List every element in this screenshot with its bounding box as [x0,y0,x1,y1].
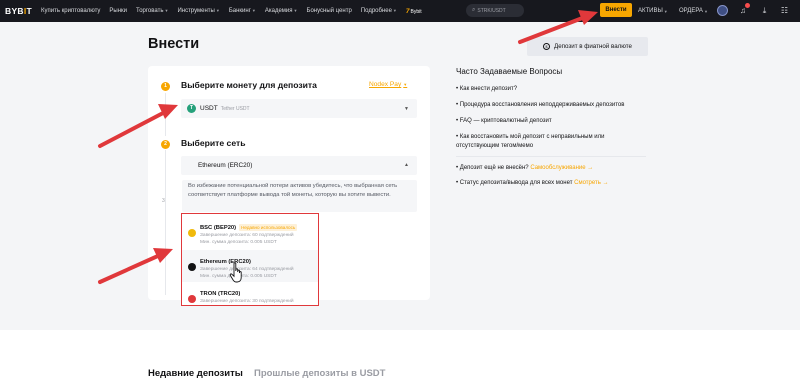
bnb-icon [188,229,196,237]
chevron-down-icon: ▼ [703,8,708,14]
nav-bonus-center[interactable]: Бонусный центр [307,8,352,14]
faq-item[interactable]: • FAQ — криптовалютный депозит [456,117,646,126]
step-1-badge: 1 [161,82,170,91]
chevron-down-icon: ▼ [403,82,408,87]
nodex-pay-link[interactable]: Nodex Pay ▼ [369,81,407,88]
network-option-bsc[interactable]: BSC (BEP20) Недавно использовалось Заверш… [182,216,318,248]
nav-trade[interactable]: Торговать▼ [136,8,168,14]
chevron-down-icon: ▼ [293,8,298,13]
bybit-logo[interactable]: BYBIT [5,6,32,16]
deposit-button[interactable]: Внести [600,3,632,17]
coin-select[interactable]: T USDT Tether USDT ▼ [181,99,417,118]
nav-buy-crypto[interactable]: Купить криптовалюту [41,8,100,14]
nav-academy[interactable]: Академия▼ [265,8,298,14]
nav-orders[interactable]: ОРДЕРА ▼ [679,0,708,22]
language-icon[interactable]: ☷ [779,5,790,16]
ethereum-icon [188,263,196,271]
usdt-icon: T [187,104,196,113]
tron-icon [188,295,196,303]
chevron-down-icon: ▼ [164,8,169,13]
recently-used-badge: Недавно использовалось [239,224,298,231]
caret-down-icon: ▼ [404,105,409,112]
download-icon[interactable]: ⤓ [759,5,770,16]
nav-markets[interactable]: Рынки [109,8,127,14]
tab-recent-deposits[interactable]: Недавние депозиты [148,368,243,379]
tab-past-deposits[interactable]: Прошлые депозиты в USDT [254,368,385,379]
faq-item[interactable]: • Как внести депозит? [456,85,646,94]
nav-assets[interactable]: АКТИВЫ ▼ [638,0,668,22]
status-row: • Статус депозита/вывода для всех монет … [456,180,609,186]
network-warning: Во избежание потенциальной потери активо… [182,180,417,212]
history-section [0,330,800,384]
caret-up-icon: ▲ [404,162,409,168]
hand-cursor-icon [229,262,242,283]
network-select[interactable]: Ethereum (ERC20) ▲ [181,156,417,175]
step-connector [165,93,166,136]
self-service-link[interactable]: Самообслуживание → [530,165,593,171]
nav-banking[interactable]: Банкинг▼ [229,8,256,14]
step-3-badge: 3 [162,198,165,204]
network-option-ethereum[interactable]: Ethereum (ERC20) Завершение депозита: 64… [182,250,318,282]
step-connector [165,150,166,295]
chevron-down-icon: ▼ [215,8,220,13]
notification-badge [745,3,750,8]
faq-item[interactable]: • Процедура восстановления неподдерживае… [456,101,646,110]
chevron-down-icon: ▼ [663,8,668,14]
chevron-down-icon: ▼ [392,8,397,13]
nav-tools[interactable]: Инструменты▼ [177,8,219,14]
currency-icon: $ [543,43,551,50]
divider [456,156,646,157]
network-option-tron[interactable]: TRON (TRC20) Завершение депозита: 30 под… [182,282,318,305]
step-2-badge: 2 [161,140,170,149]
anniversary-promo[interactable]: 7Bybit [406,8,422,15]
step-1-label: Выберите монету для депозита [181,80,317,90]
faq-item[interactable]: • Как восстановить мой депозит с неправи… [456,133,626,151]
faq-title: Часто Задаваемые Вопросы [456,67,563,76]
search-icon: ⌕ [472,7,476,13]
step-2-label: Выберите сеть [181,138,246,148]
avatar[interactable] [717,5,728,16]
self-service-row: • Депозит ещё не внесён? Самообслуживани… [456,165,594,171]
page-title: Внести [148,36,200,52]
fiat-deposit-button[interactable]: $ Депозит в фиатной валюте [527,37,648,56]
chevron-down-icon: ▼ [251,8,256,13]
nav-more[interactable]: Подробнее▼ [361,8,397,14]
search-input[interactable]: ⌕ STRK/USDT [466,4,524,17]
network-dropdown: BSC (BEP20) Недавно использовалось Заверш… [181,213,319,306]
status-link[interactable]: Смотреть → [574,180,608,186]
